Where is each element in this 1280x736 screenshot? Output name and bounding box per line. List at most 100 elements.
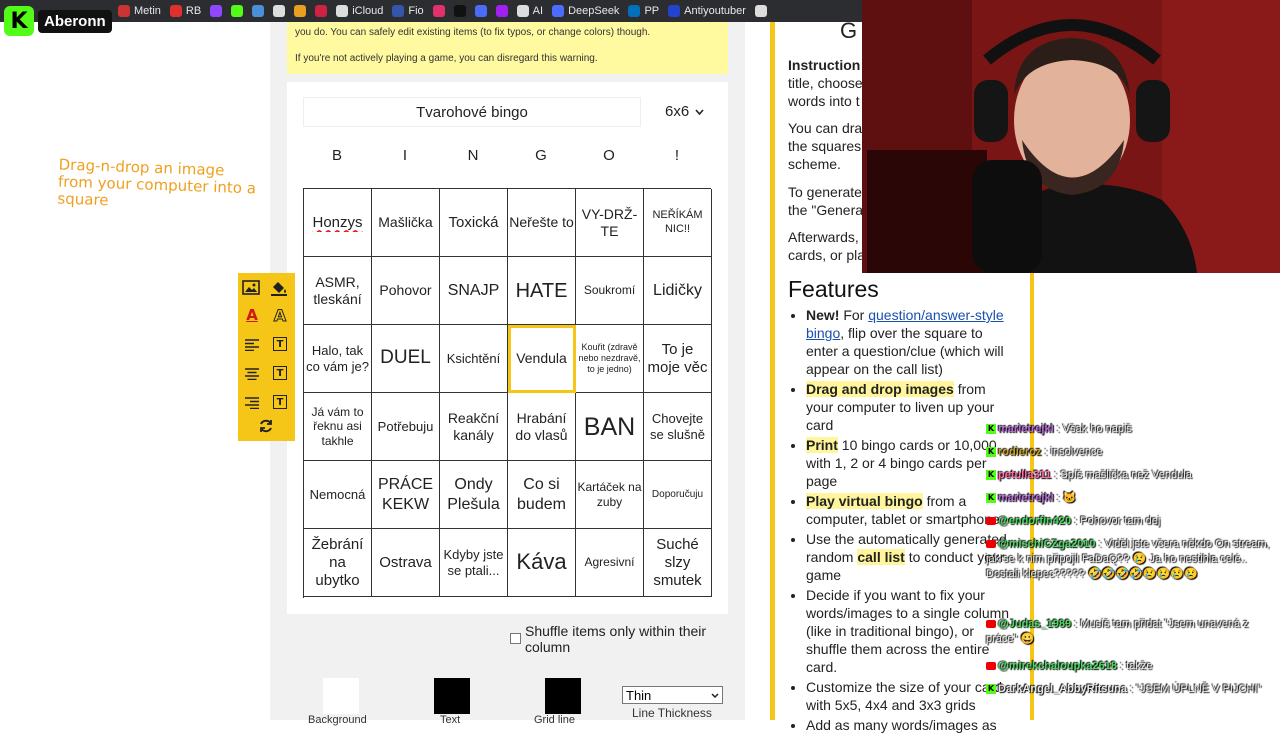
bookmark-item[interactable]	[474, 5, 487, 17]
instructions-line-1: title, choose	[788, 75, 863, 91]
chevron-down-icon	[711, 692, 719, 698]
bingo-cell[interactable]: Toxická	[440, 189, 508, 257]
bingo-cell[interactable]: Kouřit (zdravě nebo nezdravě, to je jedn…	[576, 325, 644, 393]
bingo-cell[interactable]: To je moje věc	[644, 325, 712, 393]
bingo-cell[interactable]: Mašlička	[372, 189, 440, 257]
bingo-cell[interactable]: DUEL	[372, 325, 440, 393]
bingo-cell[interactable]: Reakční kanály	[440, 393, 508, 461]
warning-line-1: you do. You can safely edit existing ite…	[295, 27, 651, 38]
warning-banner: you do. You can safely edit existing ite…	[287, 22, 728, 74]
column-letter[interactable]: !	[643, 142, 711, 170]
column-letter[interactable]: N	[439, 142, 507, 170]
bookmark-item[interactable]	[754, 5, 767, 17]
bingo-cell[interactable]: ASMR, tleskání	[304, 257, 372, 325]
paint-bucket-icon[interactable]	[269, 277, 289, 297]
bingo-cell[interactable]: Halo, tak co vám je?	[304, 325, 372, 393]
bingo-cell[interactable]: Žebrání na ubytko	[304, 529, 372, 597]
chat-separator: :	[1053, 492, 1063, 504]
bingo-cell[interactable]: NEŘÍKÁM NIC!!	[644, 189, 712, 257]
chat-username: @mischiCZga2010	[998, 538, 1096, 550]
bingo-cell[interactable]: Suché slzy smutek	[644, 529, 712, 597]
bookmark-item[interactable]	[210, 5, 223, 17]
bookmark-item[interactable]: DeepSeek	[552, 5, 619, 17]
refresh-icon[interactable]	[256, 416, 276, 436]
bookmark-favicon-icon	[118, 5, 130, 17]
bingo-cell[interactable]: PRÁCE KEKW	[372, 461, 440, 529]
bookmark-item[interactable]: Metin	[118, 5, 161, 17]
align-center-icon[interactable]	[242, 364, 262, 384]
bingo-cell[interactable]: Chovejte se slušně	[644, 393, 712, 461]
bookmark-item[interactable]	[315, 5, 328, 17]
bookmark-item[interactable]	[273, 5, 286, 17]
bingo-cell-text: Ostrava	[379, 553, 432, 571]
bingo-cell[interactable]: Vendula	[508, 325, 576, 393]
bingo-cell[interactable]: Ostrava	[372, 529, 440, 597]
text-size-small-icon[interactable]: T	[273, 337, 287, 351]
bookmark-item[interactable]	[231, 5, 244, 17]
bingo-cell[interactable]: BAN	[576, 393, 644, 461]
align-right-icon[interactable]	[242, 393, 262, 413]
bookmark-item[interactable]	[432, 5, 445, 17]
bookmark-item[interactable]: Fio	[392, 5, 424, 17]
chat-message: @endorfin420 : Pohovor tam dej	[986, 514, 1276, 529]
bingo-cell[interactable]: Potřebuju	[372, 393, 440, 461]
feature-item: Add as many words/images as	[806, 716, 1010, 734]
column-letter[interactable]: O	[575, 142, 643, 170]
bingo-cell[interactable]: Soukromí	[576, 257, 644, 325]
text-size-large-icon[interactable]: T	[273, 395, 287, 409]
bookmark-item[interactable]	[294, 5, 307, 17]
bookmark-item[interactable]: iCloud	[336, 5, 383, 17]
bingo-cell[interactable]: Kartáček na zuby	[576, 461, 644, 529]
generate-line-2: the "Genera	[788, 202, 864, 218]
bingo-cell[interactable]: SNAJP	[440, 257, 508, 325]
bingo-cell[interactable]: Já vám to řeknu asi takhle	[304, 393, 372, 461]
bingo-cell[interactable]: Káva	[508, 529, 576, 597]
card-title-input[interactable]: Tvarohové bingo	[303, 97, 641, 127]
column-letter[interactable]: G	[507, 142, 575, 170]
bingo-cell[interactable]: Agresivní	[576, 529, 644, 597]
bingo-cell[interactable]: Lidičky	[644, 257, 712, 325]
bookmark-favicon-icon	[552, 5, 565, 17]
bingo-cell[interactable]: Co si budem	[508, 461, 576, 529]
text-color-swatch[interactable]	[434, 678, 470, 714]
grid-size-select[interactable]: 6x6	[657, 97, 713, 127]
shuffle-option[interactable]: Shuffle items only within their column	[510, 623, 725, 655]
bingo-cell[interactable]: Neřešte to	[508, 189, 576, 257]
align-left-icon[interactable]	[242, 335, 262, 355]
chat-text: Pohovor tam dej	[1080, 515, 1161, 527]
bingo-cell[interactable]: Hrabání do vlasů	[508, 393, 576, 461]
bookmark-item[interactable]: PP	[628, 5, 659, 17]
chat-separator: :	[1051, 469, 1061, 481]
bingo-cell[interactable]: Nemocná	[304, 461, 372, 529]
text-outline-icon[interactable]: A	[270, 305, 290, 325]
feature-text: Play virtual bingo	[806, 493, 923, 509]
bingo-cell[interactable]: Pohovor	[372, 257, 440, 325]
bingo-cell[interactable]: Kdyby jste se ptali...	[440, 529, 508, 597]
bingo-cell[interactable]: Ksichtění	[440, 325, 508, 393]
bookmark-item[interactable]	[495, 5, 508, 17]
bingo-cell[interactable]: Honzys	[304, 189, 372, 257]
bookmark-item[interactable]: AI	[516, 5, 543, 17]
bookmark-item[interactable]: RB	[169, 5, 201, 17]
bookmark-item[interactable]	[252, 5, 265, 17]
chat-text: 🐱	[1062, 492, 1077, 504]
bingo-cell[interactable]: Doporučuju	[644, 461, 712, 529]
text-size-medium-icon[interactable]: T	[273, 366, 287, 380]
shuffle-checkbox[interactable]	[510, 633, 521, 644]
bingo-cell[interactable]: HATE	[508, 257, 576, 325]
bookmark-label: DeepSeek	[568, 5, 620, 17]
bingo-cell[interactable]: Ondy Plešula	[440, 461, 508, 529]
text-color-icon[interactable]: A	[242, 305, 262, 325]
bookmark-label: Fio	[408, 5, 424, 17]
line-thickness-select[interactable]: Thin	[622, 686, 723, 704]
bookmark-item[interactable]	[453, 5, 466, 17]
bookmark-item[interactable]: Antiyoutuber	[668, 5, 746, 17]
chat-username: DarkAngel_AbbyRitsuna	[998, 683, 1127, 695]
background-color-swatch[interactable]	[323, 678, 359, 714]
grid-color-swatch[interactable]	[545, 678, 581, 714]
bingo-cell[interactable]: VY-DRŽ-TE	[576, 189, 644, 257]
image-icon[interactable]	[241, 277, 261, 297]
column-letter[interactable]: I	[371, 142, 439, 170]
bookmark-favicon-icon	[516, 5, 529, 17]
column-letter[interactable]: B	[303, 142, 371, 170]
